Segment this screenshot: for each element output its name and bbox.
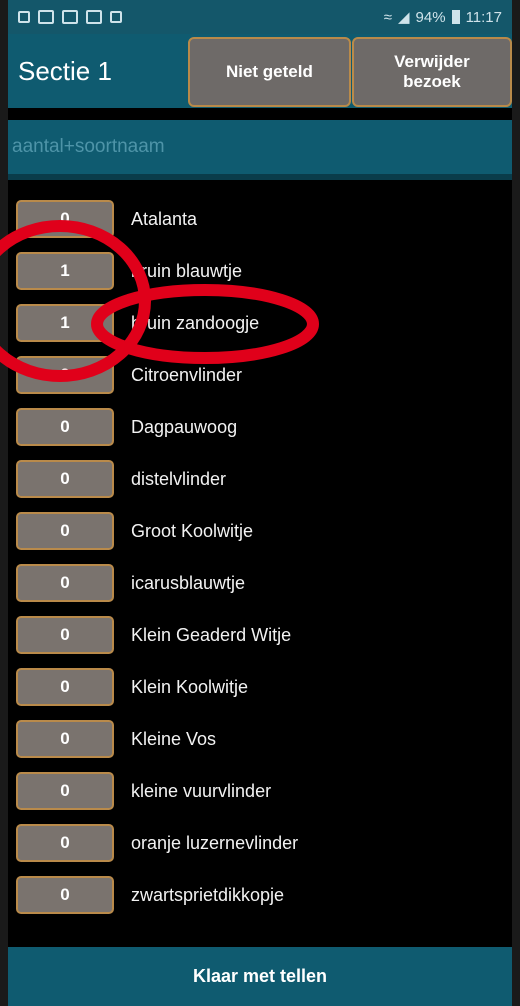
image-icon — [38, 10, 54, 24]
notification-icons — [18, 10, 122, 24]
klaar-met-tellen-button[interactable]: Klaar met tellen — [8, 947, 512, 1006]
battery-percent: 94% — [415, 8, 446, 26]
list-item: 1 bruin blauwtje — [8, 245, 512, 297]
species-name: Citroenvlinder — [131, 364, 243, 385]
list-item: 0 Klein Koolwitje — [8, 661, 512, 713]
species-name: Dagpauwoog — [131, 416, 238, 437]
count-button[interactable]: 0 — [16, 772, 114, 810]
species-name: icarusblauwtje — [131, 572, 246, 593]
species-search-input[interactable] — [8, 120, 512, 174]
species-name: bruin blauwtje — [131, 260, 243, 281]
list-item: 0 kleine vuurvlinder — [8, 765, 512, 817]
species-name: Klein Geaderd Witje — [131, 624, 292, 645]
list-item: 0 icarusblauwtje — [8, 557, 512, 609]
count-button[interactable]: 0 — [16, 720, 114, 758]
count-button[interactable]: 0 — [16, 460, 114, 498]
species-name: Groot Koolwitje — [131, 520, 254, 541]
list-item: 0 Dagpauwoog — [8, 401, 512, 453]
count-button[interactable]: 0 — [16, 824, 114, 862]
species-name: oranje luzernevlinder — [131, 832, 299, 853]
list-item: 0 oranje luzernevlinder — [8, 817, 512, 869]
page-title: Sectie 1 — [18, 55, 112, 86]
clock: 11:17 — [465, 8, 502, 26]
list-item: 0 Groot Koolwitje — [8, 505, 512, 557]
verwijder-bezoek-label: Verwijder bezoek — [394, 51, 470, 91]
count-button[interactable]: 0 — [16, 616, 114, 654]
niet-geteld-button[interactable]: Niet geteld — [187, 37, 351, 107]
species-name: Kleine Vos — [131, 728, 217, 749]
app-screen: ≈ ◢ 94% 11:17 Sectie 1 Niet geteld Verwi… — [8, 0, 512, 1006]
count-button[interactable]: 0 — [16, 200, 114, 238]
device-frame-right — [512, 0, 520, 1006]
count-button[interactable]: 0 — [16, 408, 114, 446]
battery-icon — [451, 10, 460, 24]
system-icons: ≈ ◢ 94% 11:17 — [383, 8, 502, 27]
count-button[interactable]: 1 — [16, 252, 114, 290]
species-list: 0 Atalanta 1 bruin blauwtje 1 bruin zandoogje… — [8, 193, 512, 921]
count-button[interactable]: 0 — [16, 512, 114, 550]
species-name: Klein Koolwitje — [131, 676, 249, 697]
count-button[interactable]: 0 — [16, 876, 114, 914]
list-item: 1 bruin zandoogje — [8, 297, 512, 349]
count-button[interactable]: 0 — [16, 564, 114, 602]
list-item: 0 Citroenvlinder — [8, 349, 512, 401]
count-button[interactable]: 0 — [16, 668, 114, 706]
signal-icon: ◢ — [397, 9, 410, 26]
species-name: kleine vuurvlinder — [131, 780, 272, 801]
notification-icon — [18, 11, 30, 23]
divider — [8, 174, 512, 180]
gallery-icon — [62, 10, 78, 24]
species-name: Atalanta — [131, 208, 198, 229]
count-button[interactable]: 0 — [16, 356, 114, 394]
list-item: 0 Kleine Vos — [8, 713, 512, 765]
status-bar: ≈ ◢ 94% 11:17 — [8, 0, 512, 34]
list-item: 0 Klein Geaderd Witje — [8, 609, 512, 661]
species-name: zwartsprietdikkopje — [131, 884, 285, 905]
species-name: bruin zandoogje — [131, 312, 260, 333]
list-item: 0 Atalanta — [8, 193, 512, 245]
count-button[interactable]: 1 — [16, 304, 114, 342]
list-item: 0 distelvlinder — [8, 453, 512, 505]
list-item: 0 zwartsprietdikkopje — [8, 869, 512, 921]
verwijder-bezoek-button[interactable]: Verwijder bezoek — [351, 37, 512, 107]
device-frame-left — [0, 0, 8, 1006]
photo-icon — [86, 10, 102, 24]
calendar-icon — [110, 11, 122, 23]
wifi-icon: ≈ — [383, 8, 392, 26]
species-name: distelvlinder — [131, 468, 227, 489]
app-header: Sectie 1 Niet geteld Verwijder bezoek — [8, 34, 512, 108]
